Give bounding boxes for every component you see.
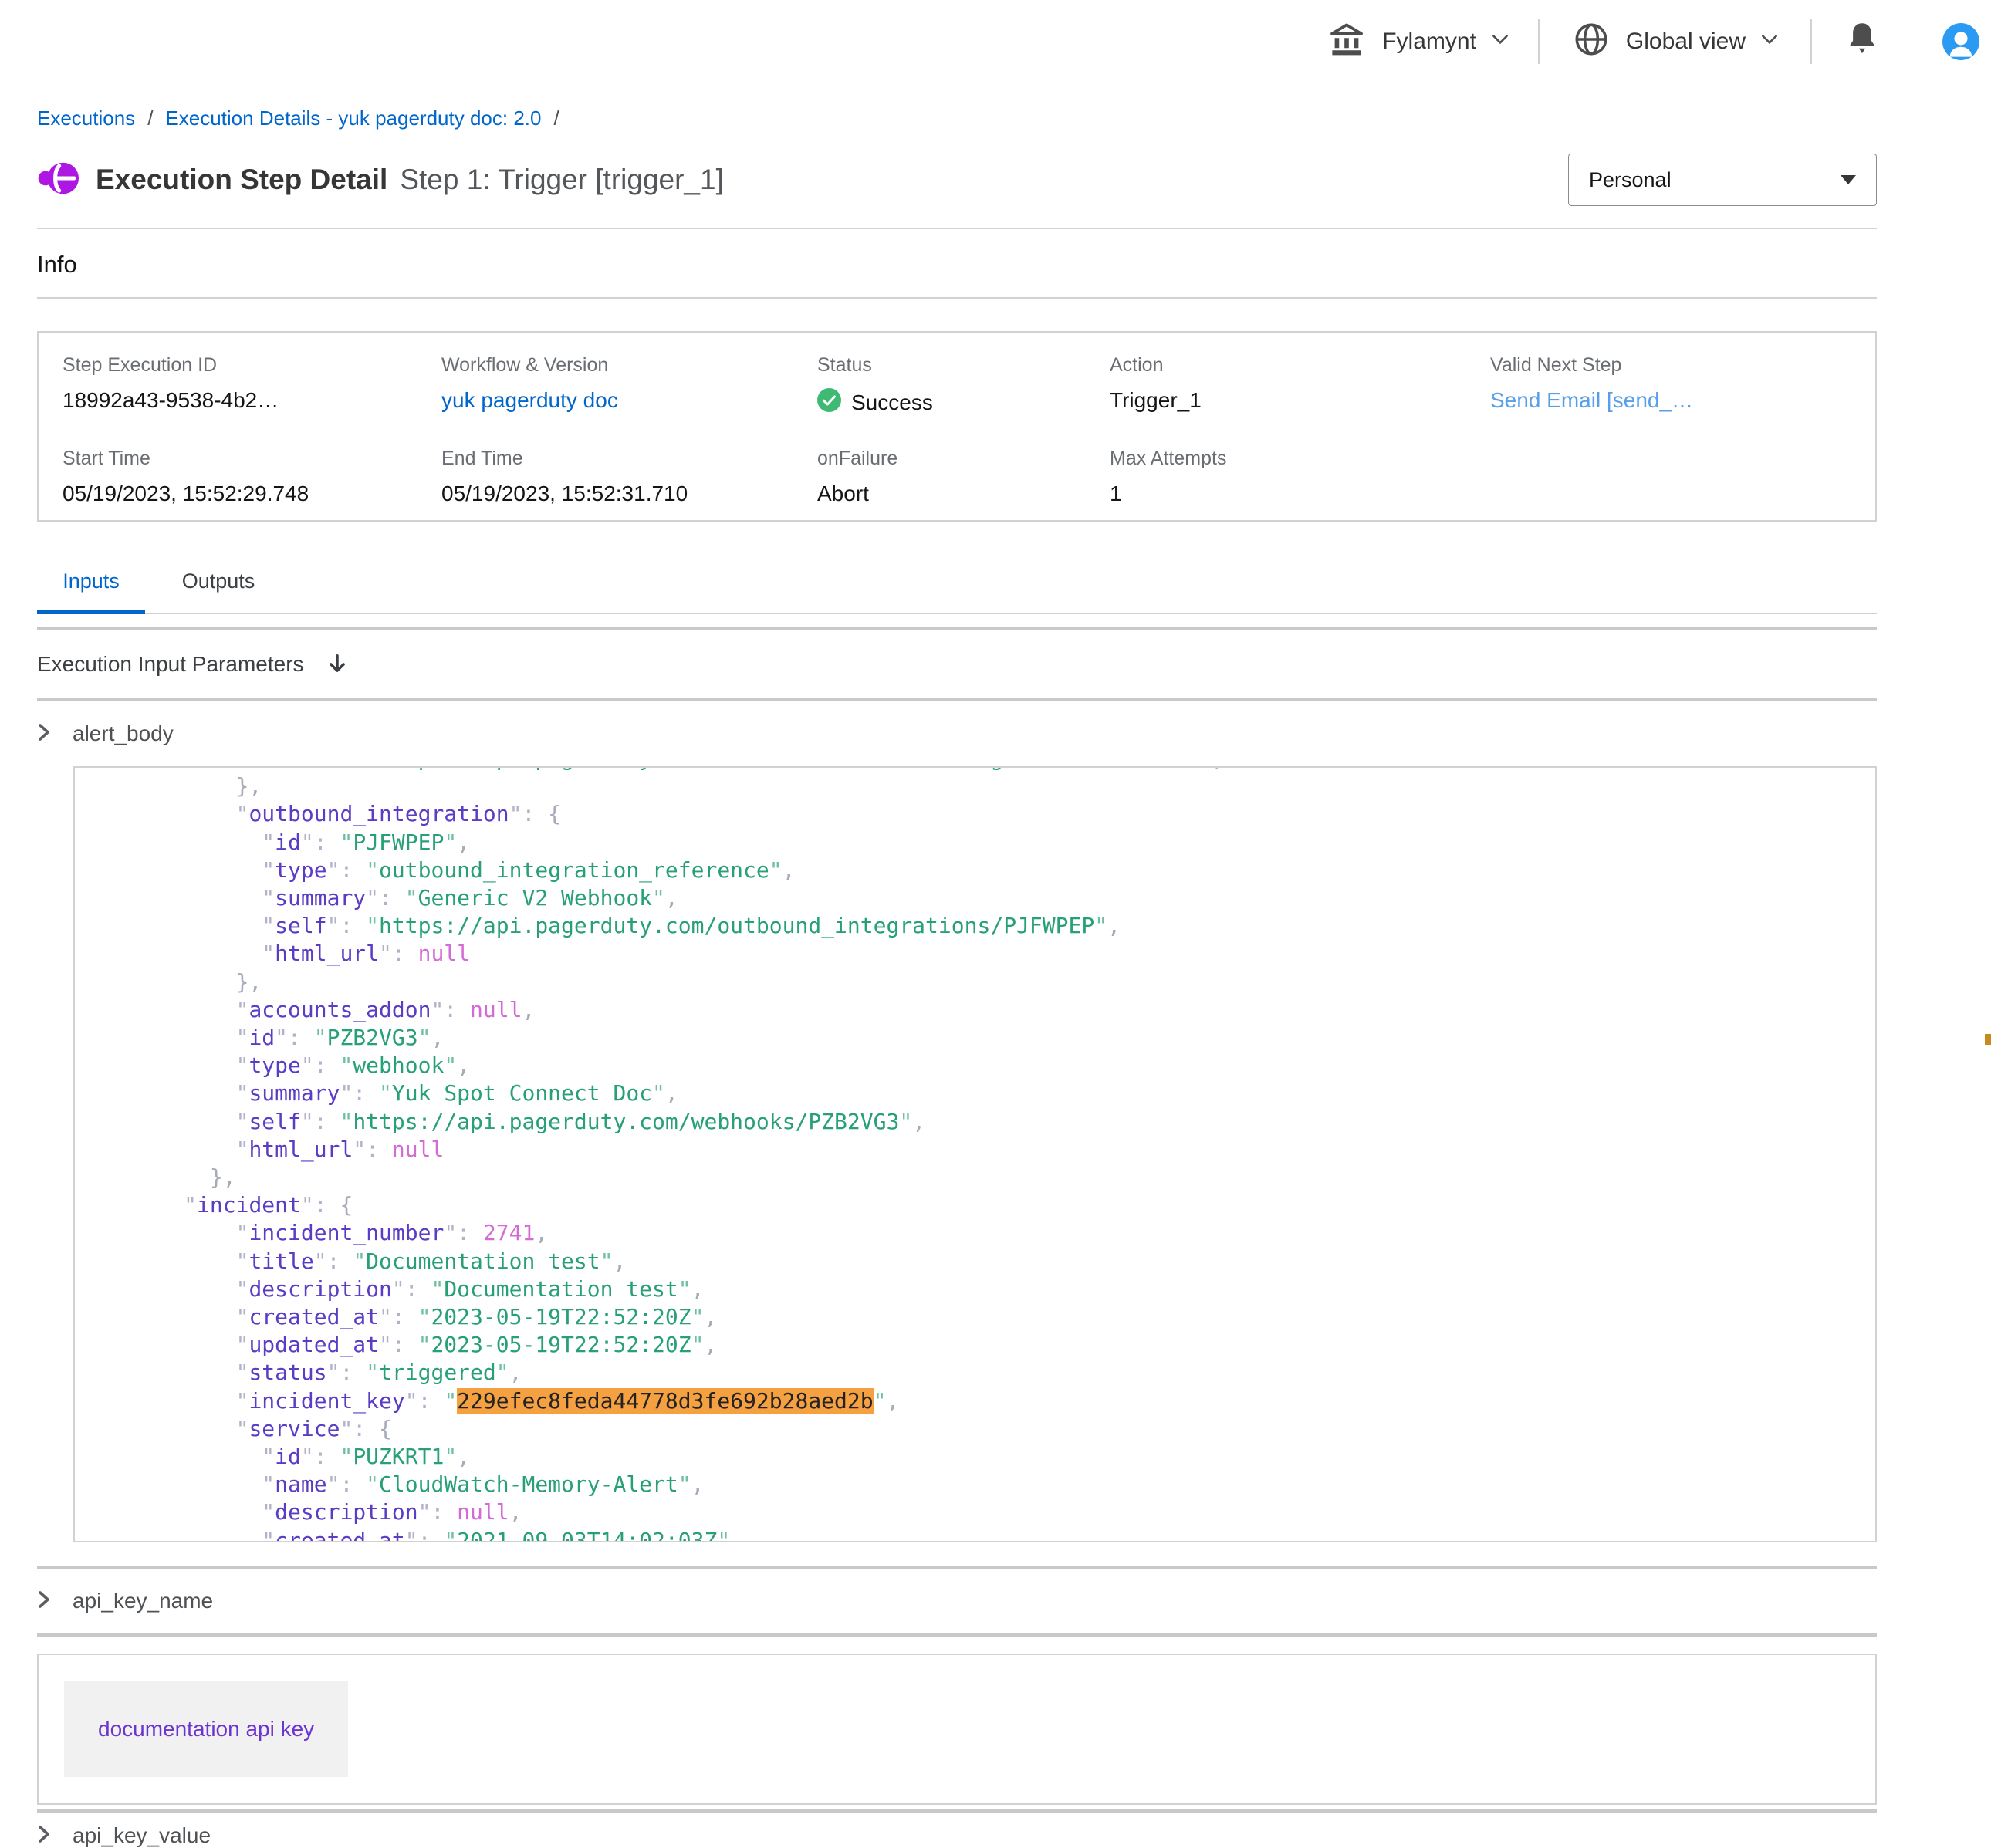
title-row: Execution Step Detail Step 1: Trigger [t… [37,154,1877,206]
param-label: api_key_value [73,1823,211,1848]
code-line: }, [106,772,1875,800]
info-heading: Info [37,251,1877,279]
info-field-workflow-version: Workflow & Version yuk pagerduty doc [441,354,817,417]
workflow-link[interactable]: yuk pagerduty doc [441,388,618,412]
code-line: "summary": "Yuk Spot Connect Doc", [106,1079,1875,1107]
code-line: "status": "triggered", [106,1359,1875,1387]
chevron-right-icon [37,722,51,746]
api-key-name-chip: documentation api key [64,1681,348,1777]
info-field-step-execution-id: Step Execution ID 18992a43-9538-4b2… [63,354,441,417]
check-circle-icon [817,388,841,417]
param-row-api-key-value[interactable]: api_key_value [37,1813,1877,1848]
next-step-link[interactable]: Send Email [send_… [1490,388,1693,412]
code-line: "description": "Documentation test", [106,1275,1875,1303]
info-field-onfailure: onFailure Abort [817,448,1110,506]
notifications-button[interactable] [1844,20,1880,63]
param-label: api_key_name [73,1589,213,1613]
tab-bar: Inputs Outputs [37,569,1877,614]
code-line: "name": "CloudWatch-Memory-Alert", [106,1471,1875,1498]
info-field-start-time: Start Time 05/19/2023, 15:52:29.748 [63,448,441,506]
incident-key-highlight: 229efec8feda44778d3fe692b28aed2b [457,1388,873,1414]
chevron-down-icon [1761,34,1778,49]
code-line: "description": null, [106,1498,1875,1526]
code-line: "id": "PJFWPEP", [106,829,1875,856]
code-line: }, [106,968,1875,996]
execution-input-parameters-header: Execution Input Parameters [37,630,1877,698]
code-line: "accounts_addon": null, [106,996,1875,1024]
info-field-status: Status Success [817,354,1110,417]
info-field-max-attempts: Max Attempts 1 [1110,448,1490,506]
code-line: "html_url": null [106,940,1875,968]
code-line: "title": "Documentation test", [106,1248,1875,1275]
avatar[interactable] [1942,22,1980,61]
code-line: "updated_at": "2023-05-19T22:52:20Z", [106,1331,1875,1359]
top-bar: Fylamynt Global view [0,0,1991,83]
param-label: alert_body [73,721,174,746]
divider [37,297,1877,299]
scope-select[interactable]: Personal [1568,154,1877,206]
info-field-end-time: End Time 05/19/2023, 15:52:31.710 [441,448,817,506]
breadcrumb-link-executions[interactable]: Executions [37,106,135,130]
view-label: Global view [1626,29,1746,55]
chevron-right-icon [37,1824,51,1848]
tab-inputs[interactable]: Inputs [37,569,145,614]
divider [1810,19,1812,64]
tab-outputs[interactable]: Outputs [153,569,284,614]
code-line: "self": "https://api.pagerduty.com/servi… [106,766,1875,772]
code-line: "incident": { [106,1191,1875,1219]
code-line: "self": "https://api.pagerduty.com/webho… [106,1108,1875,1136]
code-line: "incident_number": 2741, [106,1219,1875,1247]
code-line: "service": { [106,1415,1875,1443]
globe-icon [1572,20,1611,63]
view-switcher[interactable]: Global view [1540,20,1810,63]
download-icon[interactable] [326,652,349,677]
caret-down-icon [1841,175,1856,184]
execution-input-parameters-heading: Execution Input Parameters [37,652,304,677]
chevron-right-icon [37,1590,51,1613]
workflow-icon [37,157,79,203]
code-line: "type": "webhook", [106,1052,1875,1079]
code-block[interactable]: "self": "https://api.pagerduty.com/servi… [73,766,1877,1542]
param-row-alert-body[interactable]: alert_body [37,701,1877,766]
param-row-api-key-name[interactable]: api_key_name [37,1569,1877,1633]
api-key-name-value-panel: documentation api key [37,1654,1877,1805]
scrollbar-highlight-marker [1985,1034,1991,1045]
code-line: "outbound_integration": { [106,800,1875,828]
main-content: Executions / Execution Details - yuk pag… [0,106,1991,1848]
breadcrumb: Executions / Execution Details - yuk pag… [37,106,1877,130]
info-field-action: Action Trigger_1 [1110,354,1490,417]
bell-icon [1844,20,1880,63]
info-field-valid-next-step: Valid Next Step Send Email [send_… [1490,354,1875,417]
code-line: "html_url": null [106,1136,1875,1164]
breadcrumb-separator: / [147,106,153,130]
chevron-down-icon [1492,34,1509,49]
code-line: "created_at": "2021-09-03T14:02:03Z", [106,1527,1875,1542]
org-label: Fylamynt [1382,29,1476,55]
code-line: }, [106,1164,1875,1191]
code-line: "id": "PZB2VG3", [106,1024,1875,1052]
page-title: Execution Step Detail [96,164,387,196]
breadcrumb-link-execution-details[interactable]: Execution Details - yuk pagerduty doc: 2… [165,106,541,130]
code-line: "incident_key": "229efec8feda44778d3fe69… [106,1387,1875,1415]
code-line: "created_at": "2023-05-19T22:52:20Z", [106,1303,1875,1331]
code-line: "type": "outbound_integration_reference"… [106,856,1875,884]
status-badge: Success [817,388,1110,417]
page-subtitle: Step 1: Trigger [trigger_1] [400,164,724,196]
divider [37,228,1877,229]
divider [37,1633,1877,1637]
code-line: "self": "https://api.pagerduty.com/outbo… [106,912,1875,940]
breadcrumb-separator: / [553,106,559,130]
scope-select-value: Personal [1589,168,1672,192]
bank-icon [1327,19,1367,63]
info-panel: Step Execution ID 18992a43-9538-4b2… Wor… [37,331,1877,522]
json-code: "self": "https://api.pagerduty.com/servi… [75,766,1875,1542]
org-switcher[interactable]: Fylamynt [1327,19,1538,63]
code-line: "id": "PUZKRT1", [106,1443,1875,1471]
code-line: "summary": "Generic V2 Webhook", [106,884,1875,912]
